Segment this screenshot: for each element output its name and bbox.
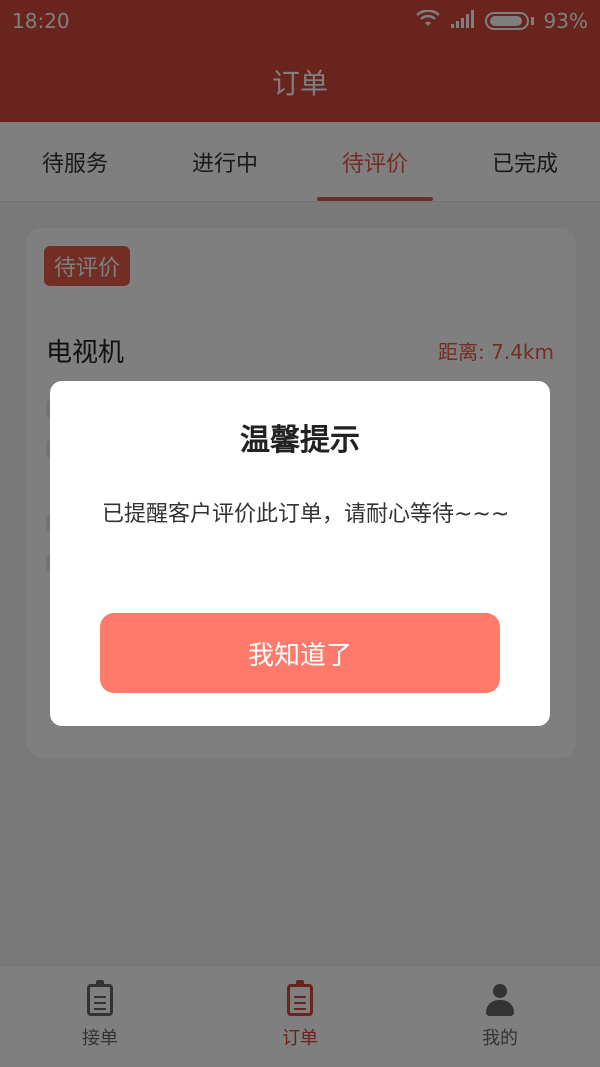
tip-dialog: 温馨提示 已提醒客户评价此订单，请耐心等待~~~ 我知道了 (50, 381, 550, 726)
acknowledge-button[interactable]: 我知道了 (100, 613, 500, 693)
dialog-message: 已提醒客户评价此订单，请耐心等待~~~ (102, 502, 510, 527)
dialog-title: 温馨提示 (240, 423, 360, 458)
